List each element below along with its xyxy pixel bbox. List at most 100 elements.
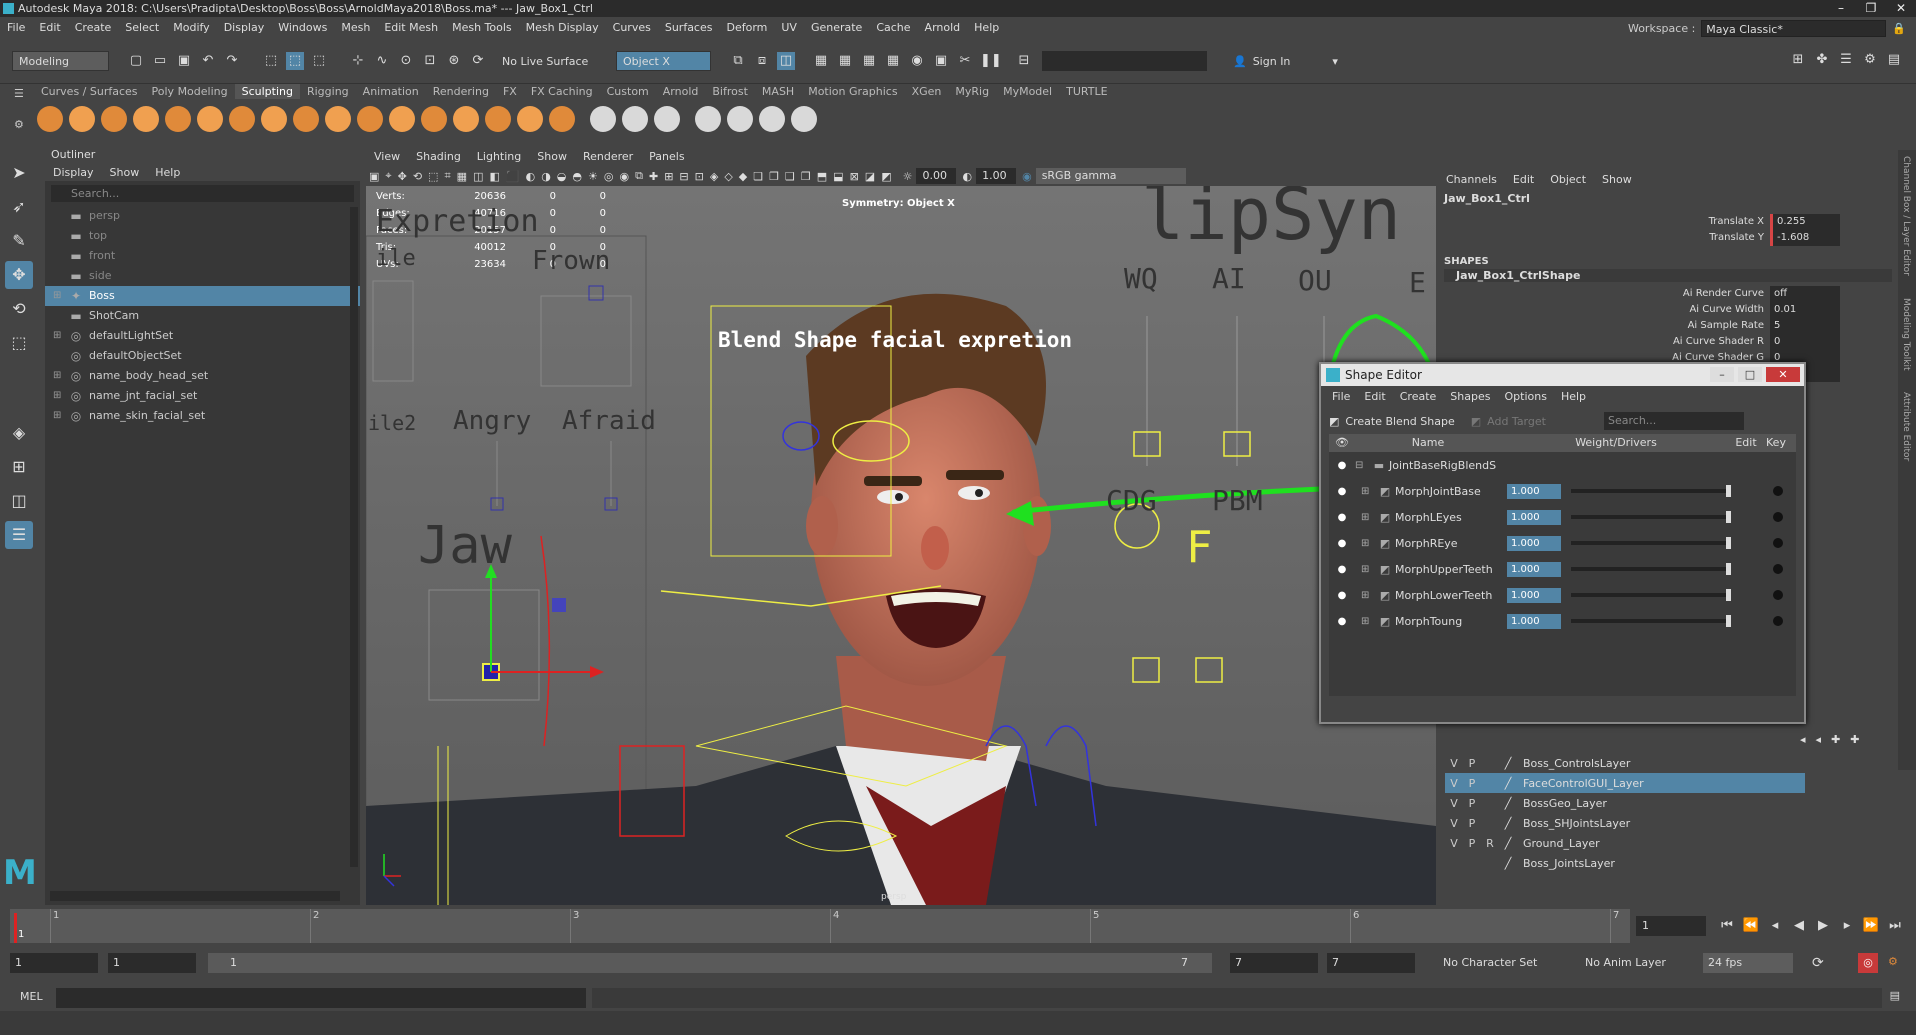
shelf-tab-mymodel[interactable]: MyModel (996, 84, 1059, 99)
cb-attr-row[interactable]: Ai Curve Shader R 0 (1438, 334, 1898, 350)
cb-shape-name[interactable]: Jaw_Box1_CtrlShape (1444, 269, 1892, 282)
slider-handle[interactable] (1726, 485, 1731, 497)
snap-grid-icon[interactable]: ⊹ (349, 52, 367, 70)
se-menu-shapes[interactable]: Shapes (1450, 386, 1490, 408)
viewport-tool-icon[interactable]: ◪ (865, 170, 875, 183)
sculpt-brush-icon[interactable] (229, 106, 255, 132)
cb-attr-value[interactable]: 5 (1770, 318, 1840, 334)
layer-row[interactable]: V P ╱ FaceControlGUI_Layer (1445, 773, 1805, 793)
layer-playback-toggle[interactable]: P (1463, 757, 1481, 770)
symmetry-dropdown[interactable]: Object X (616, 51, 711, 71)
select-hierarchy-icon[interactable]: ⬚ (262, 52, 280, 70)
viewport-tool-icon[interactable]: ◐ (526, 170, 536, 183)
shelf-tab-rigging[interactable]: Rigging (300, 84, 356, 99)
sculpt-brush-icon[interactable] (421, 106, 447, 132)
visibility-dot-icon[interactable]: ● (1329, 512, 1355, 523)
layer-color-icon[interactable]: ╱ (1499, 757, 1517, 770)
maximize-button[interactable]: ❐ (1856, 0, 1886, 17)
cb-attr-row[interactable]: Ai Sample Rate 5 (1438, 318, 1898, 334)
visibility-dot-icon[interactable]: ● (1329, 460, 1355, 471)
outliner-item[interactable]: ▬ side (45, 266, 360, 286)
four-view-icon[interactable]: ⊞ (5, 453, 33, 481)
outliner-search-input[interactable]: Search... (51, 185, 354, 202)
layer-visibility-toggle[interactable]: V (1445, 817, 1463, 830)
target-weight-slider[interactable] (1571, 511, 1731, 523)
shelf-tab-xgen[interactable]: XGen (905, 84, 949, 99)
cb-attr-row[interactable]: Ai Curve Width 0.01 (1438, 302, 1898, 318)
exposure-icon[interactable]: ☼ (903, 170, 913, 183)
menu-generate[interactable]: Generate (804, 17, 869, 39)
viewport-tool-icon[interactable]: ⊟ (679, 170, 688, 183)
layer-playback-toggle[interactable]: P (1463, 797, 1481, 810)
menu-windows[interactable]: Windows (271, 17, 334, 39)
go-to-start-icon[interactable]: ⏮ (1718, 917, 1736, 935)
channel-box-icon[interactable]: ▤ (1885, 51, 1903, 69)
target-weight-field[interactable]: 1.000 (1507, 509, 1561, 525)
step-back-frame-icon[interactable]: ◂ (1766, 917, 1784, 935)
viewport-tool-icon[interactable]: ◩ (881, 170, 891, 183)
shelf-menu-icon[interactable]: ☰ (14, 87, 24, 100)
target-weight-slider[interactable] (1571, 485, 1731, 497)
auto-key-icon[interactable]: ◎ (1858, 953, 1878, 973)
viewport-tool-icon[interactable]: ⌖ (385, 169, 391, 183)
sculpt-brush-icon[interactable] (293, 106, 319, 132)
arnold-render-icon[interactable]: ◉ (908, 52, 926, 70)
target-weight-slider[interactable] (1571, 589, 1731, 601)
time-slider[interactable]: 1 2 3 4 5 6 7 (10, 909, 1630, 943)
outliner-layout-icon[interactable]: ☰ (5, 521, 33, 549)
blend-target-row[interactable]: ● ⊞ ◩ MorphToung 1.000 (1329, 608, 1796, 634)
shelf-tab-poly-modeling[interactable]: Poly Modeling (145, 84, 235, 99)
layer-row[interactable]: V P ╱ Boss_SHJointsLayer (1445, 813, 1805, 833)
loop-icon[interactable]: ⟳ (1812, 955, 1824, 971)
menu-select[interactable]: Select (118, 17, 166, 39)
visibility-eye-icon[interactable]: 👁 (1329, 434, 1355, 452)
viewport-menu-renderer[interactable]: Renderer (583, 150, 633, 163)
character-set-dropdown[interactable]: No Character Set (1438, 953, 1563, 973)
cb-attr-row[interactable]: Translate Y -1.608 (1438, 230, 1898, 246)
viewport-tool-icon[interactable]: ⬓ (833, 170, 843, 183)
viewport-tool-icon[interactable]: ◆ (739, 170, 747, 183)
input-line-field[interactable] (1042, 51, 1207, 71)
new-layer-selected-icon[interactable]: ✚ (1850, 733, 1859, 746)
viewport-tool-icon[interactable]: ⊞ (664, 170, 673, 183)
se-menu-file[interactable]: File (1332, 386, 1350, 408)
create-blend-shape-button[interactable]: ◩ Create Blend Shape (1329, 415, 1455, 428)
viewport-tool-icon[interactable]: ⊠ (850, 170, 859, 183)
expand-icon[interactable]: ⊟ (1355, 460, 1369, 471)
menu-help[interactable]: Help (967, 17, 1006, 39)
range-slider[interactable]: 1 7 (208, 953, 1212, 973)
layer-playback-toggle[interactable]: P (1463, 837, 1481, 850)
sculpt-brush-icon[interactable] (165, 106, 191, 132)
sculpt-brush-icon[interactable] (517, 106, 543, 132)
col-weight[interactable]: Weight/Drivers (1501, 434, 1731, 452)
expand-icon[interactable]: ⊞ (53, 366, 67, 386)
col-name[interactable]: Name (1355, 434, 1501, 452)
cb-attr-row[interactable]: Ai Render Curve off (1438, 286, 1898, 302)
shelf-tab-turtle[interactable]: TURTLE (1059, 84, 1114, 99)
viewport-tool-icon[interactable]: ▦ (457, 170, 467, 183)
sculpt-brush-icon[interactable] (69, 106, 95, 132)
cb-menu-edit[interactable]: Edit (1513, 173, 1534, 186)
target-weight-field[interactable]: 1.000 (1507, 587, 1561, 603)
shape-editor-search[interactable]: Search... (1604, 412, 1744, 430)
sculpt-brush-icon[interactable] (791, 106, 817, 132)
slider-handle[interactable] (1726, 537, 1731, 549)
blend-group-row[interactable]: ● ⊟ ▬ JointBaseRigBlendS (1329, 452, 1796, 478)
sculpt-brush-icon[interactable] (261, 106, 287, 132)
viewport-tool-icon[interactable]: ⊡ (695, 170, 704, 183)
slider-handle[interactable] (1726, 589, 1731, 601)
cb-attr-value[interactable]: 0.01 (1770, 302, 1840, 318)
sculpt-brush-icon[interactable] (389, 106, 415, 132)
menu-mesh-display[interactable]: Mesh Display (519, 17, 606, 39)
modeling-toolkit-icon[interactable]: ⊞ (1789, 51, 1807, 69)
sculpt-brush-icon[interactable] (357, 106, 383, 132)
shelf-tab-custom[interactable]: Custom (600, 84, 656, 99)
command-input[interactable] (56, 988, 586, 1008)
outliner-item[interactable]: ▬ top (45, 226, 360, 246)
shelf-tab-sculpting[interactable]: Sculpting (234, 84, 300, 99)
sign-in-button[interactable]: 👤 Sign In ▾ (1233, 55, 1338, 68)
visibility-dot-icon[interactable]: ● (1329, 538, 1355, 549)
viewport-tool-icon[interactable]: ◉ (620, 170, 630, 183)
playback-start-field[interactable]: 1 (108, 953, 196, 973)
viewport-tool-icon[interactable]: ◧ (489, 170, 499, 183)
